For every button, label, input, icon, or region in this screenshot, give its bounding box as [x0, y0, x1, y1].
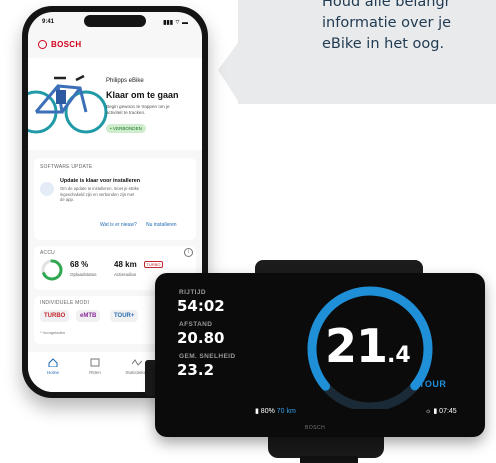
status-bar: 9:41 ▮▮▮ ⌔ ▬ — [28, 12, 202, 32]
assist-mode-label: TOUR — [419, 379, 447, 389]
bike-name: Philipps eBike — [106, 78, 144, 84]
callout-line-3: eBike in het oog. — [322, 36, 445, 52]
tab-rides[interactable]: Ritten — [80, 358, 110, 375]
display-battery-range: ▮ 80% 70 km — [255, 407, 296, 415]
statistics-icon — [132, 359, 142, 366]
tab-home[interactable]: Home — [38, 358, 68, 375]
display-battery-pct: 80% — [260, 408, 275, 415]
brand-name: BOSCH — [51, 40, 82, 49]
software-update-label: SOFTWARE UPDATE — [40, 164, 93, 170]
mode-chip-tour-plus[interactable]: TOUR+ — [110, 310, 139, 322]
display-status-right: ☼ ▮ 07:45 — [425, 407, 457, 415]
bike-subtitle-line-2: activiteit te tracken. — [106, 110, 146, 115]
battery-label: ACCU — [40, 250, 55, 256]
speed-integer: 21 — [325, 319, 388, 373]
distance-value: 20.80 — [177, 329, 225, 347]
current-speed: 21.4 — [325, 319, 411, 373]
range-label: Actieradius — [114, 272, 137, 277]
range-value: 48 km — [114, 260, 137, 269]
avg-speed-value: 23.2 — [177, 361, 215, 379]
bike-status-subtitle: Begin gewoon te trappen om je activiteit… — [106, 104, 194, 116]
modes-footnote: * Voorgeladen — [40, 330, 66, 335]
display-clock: 07:45 — [439, 408, 457, 415]
callout-line-1: Houd alle belangr — [322, 0, 451, 10]
display-brand: BOSCH — [305, 425, 326, 431]
tab-home-label: Home — [46, 370, 59, 375]
display-range: 70 km — [276, 408, 296, 415]
update-body-line-3: de app. — [60, 197, 74, 202]
avg-speed-label: GEM. SNELHEID — [179, 353, 236, 360]
speed-decimal: .4 — [387, 343, 411, 368]
mode-chip-turbo[interactable]: TURBO — [40, 310, 70, 322]
mount-knob — [300, 456, 358, 463]
trip-time-label: RIJTIJD — [179, 289, 207, 296]
bike-update-icon — [40, 182, 54, 196]
callout-text: Houd alle belangr informatie over je eBi… — [322, 0, 492, 55]
modes-label: INDIVIDUELE MODI — [40, 300, 90, 306]
trip-time-value: 54:02 — [177, 297, 225, 315]
whats-new-link[interactable]: Wat is er nieuw? — [100, 222, 137, 228]
status-time: 9:41 — [42, 19, 55, 25]
rides-icon — [90, 358, 100, 367]
callout-line-2: informatie over je — [322, 15, 452, 31]
mode-chip-emtb[interactable]: eMTB — [76, 310, 101, 322]
bosch-logo-icon — [38, 40, 47, 49]
software-update-card: SOFTWARE UPDATE Update is klaar voor ins… — [34, 158, 196, 240]
home-icon — [48, 358, 58, 367]
app-header: BOSCH — [28, 34, 202, 56]
update-body-line-1: Om de update te installeren, moet je eBi… — [60, 186, 140, 191]
callout-tail — [218, 40, 240, 104]
bike-status-title: Klaar om te gaan — [106, 90, 179, 100]
update-title: Update is klaar voor installeren — [60, 178, 140, 184]
phone-notch — [84, 15, 146, 27]
tab-rides-label: Ritten — [89, 370, 101, 375]
ebike-icon — [28, 74, 108, 134]
signal-wifi-battery-icon: ▮▮▮ ⌔ ▬ — [163, 20, 188, 26]
battery-percent: 68 % — [70, 260, 89, 269]
battery-percent-label: Oplaadstatus — [70, 272, 97, 277]
update-description: Om de update te installeren, moet je eBi… — [60, 186, 139, 203]
info-icon[interactable]: i — [184, 248, 193, 257]
distance-label: AFSTAND — [179, 321, 213, 328]
connection-badge: • VERBONDEN — [106, 124, 146, 133]
range-mode-tag: TURBO — [144, 261, 163, 268]
bike-status-card[interactable]: Philipps eBike Klaar om te gaan Begin ge… — [28, 58, 202, 150]
install-now-link[interactable]: Nu installeren — [146, 222, 177, 228]
ebike-display: RIJTIJD 54:02 AFSTAND 20.80 GEM. SNELHEI… — [155, 273, 485, 437]
battery-ring-icon — [41, 259, 63, 281]
